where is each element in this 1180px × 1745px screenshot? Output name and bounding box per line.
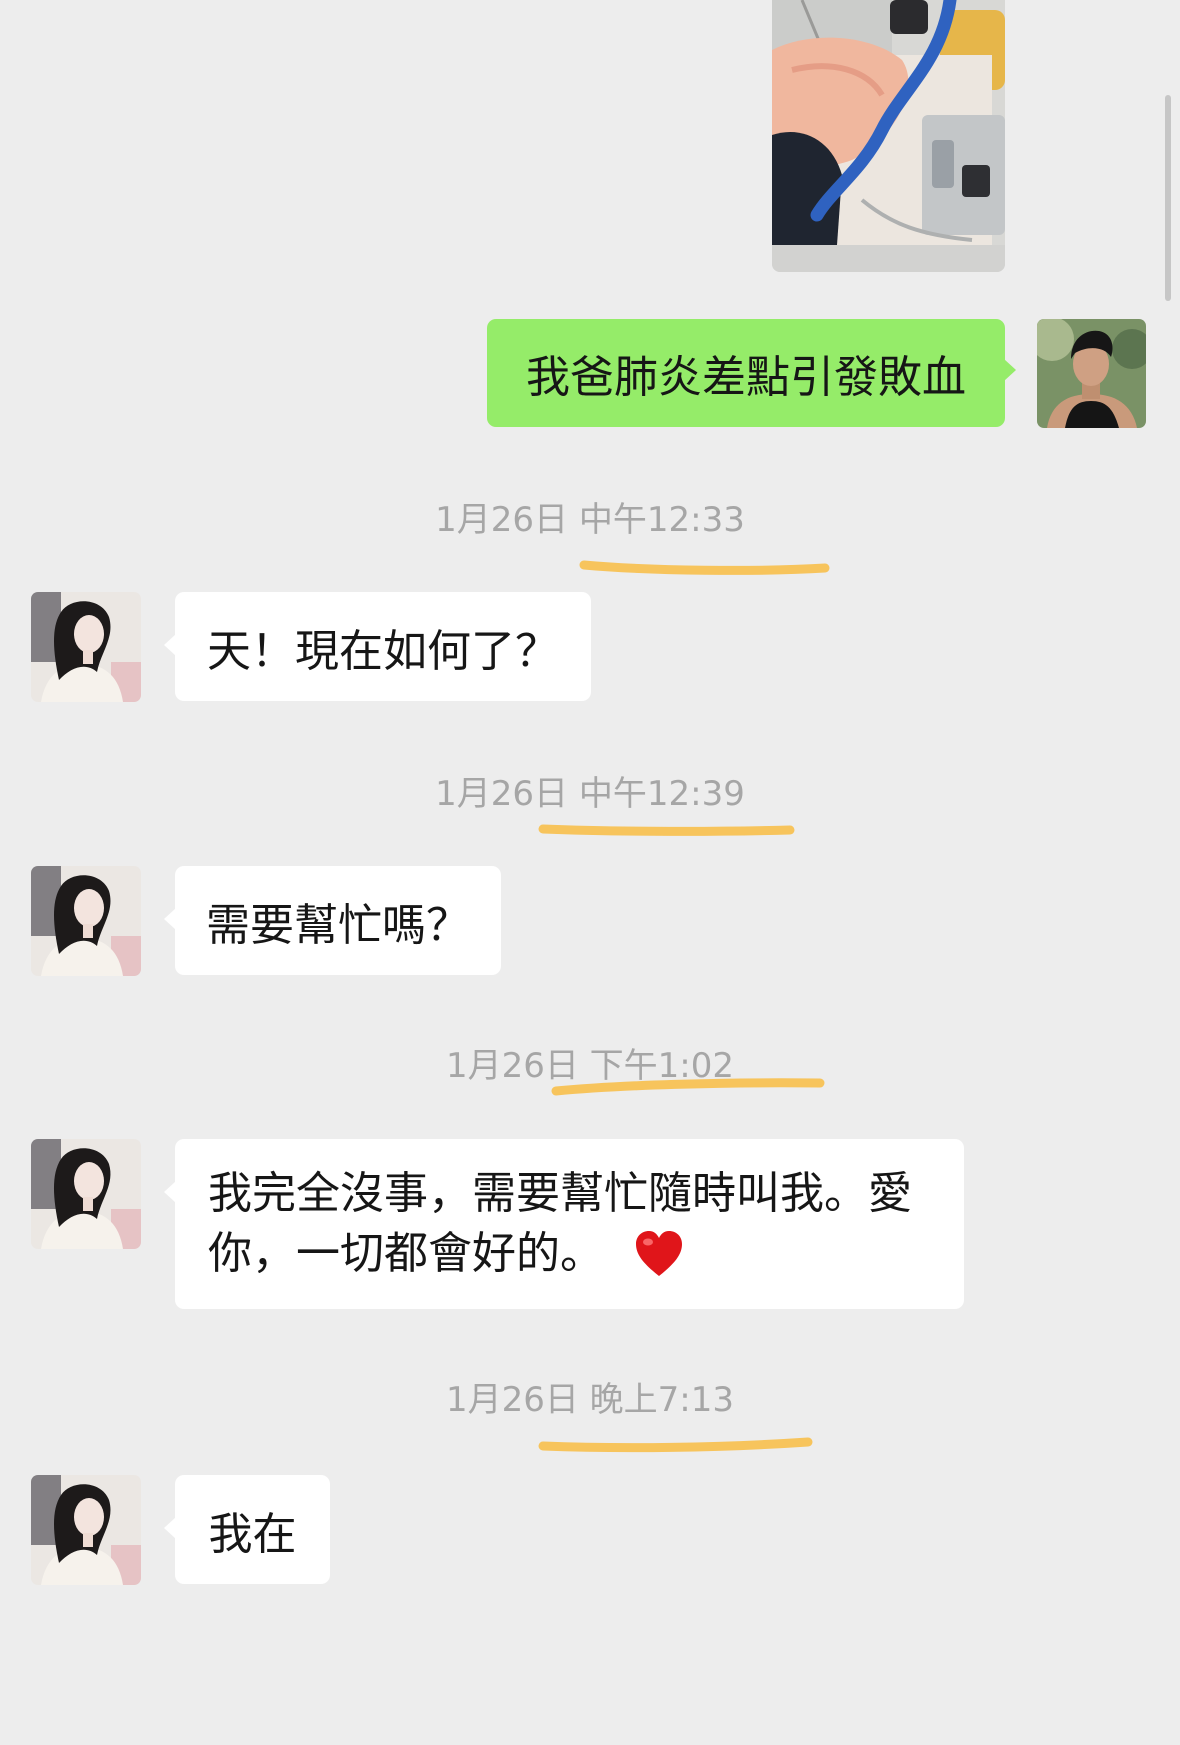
photo-thumbnail-icon [772,0,1005,272]
received-message-text: 你，一切都會好的。 [208,1228,604,1279]
received-message-bubble[interactable]: 需要幫忙嗎？ [164,866,501,975]
timestamp: 1月26日 中午12:39 [435,774,745,814]
contact-avatar[interactable] [31,1475,141,1585]
sent-photo[interactable] [772,0,1005,272]
received-message-bubble[interactable]: 我完全沒事，需要幫忙隨時叫我。愛 你，一切都會好的。 [164,1139,964,1309]
my-avatar[interactable] [1037,319,1146,428]
received-message-text: 我完全沒事，需要幫忙隨時叫我。愛 [208,1168,912,1219]
message-line: 你，一切都會好的。 [208,1224,684,1284]
received-message-text: 需要幫忙嗎？ [206,899,470,951]
contact-avatar-icon [31,1139,141,1249]
user-avatar-icon [1037,319,1146,428]
received-message-bubble[interactable]: 我在 [164,1475,330,1584]
sent-message-text: 我爸肺炎差點引發敗血 [526,352,966,403]
contact-avatar[interactable] [31,1139,141,1249]
message-line: 我完全沒事，需要幫忙隨時叫我。愛 [208,1164,912,1224]
contact-avatar-icon [31,592,141,702]
timestamp: 1月26日 下午1:02 [445,1046,735,1086]
sent-message-bubble[interactable]: 我爸肺炎差點引發敗血 [487,319,1016,427]
scrollbar[interactable] [1165,95,1171,301]
timestamp: 1月26日 中午12:33 [435,500,745,540]
highlight-underline [538,1437,813,1453]
received-message-bubble[interactable]: 天！現在如何了？ [164,592,591,701]
contact-avatar-icon [31,1475,141,1585]
contact-avatar[interactable] [31,866,141,976]
red-heart-icon [636,1231,682,1276]
contact-avatar[interactable] [31,592,141,702]
highlight-underline [538,824,795,836]
highlight-underline [579,560,830,575]
received-message-text: 我在 [208,1508,297,1560]
timestamp: 1月26日 晚上7:13 [445,1380,735,1420]
contact-avatar-icon [31,866,141,976]
received-message-text: 天！現在如何了？ [207,625,559,677]
